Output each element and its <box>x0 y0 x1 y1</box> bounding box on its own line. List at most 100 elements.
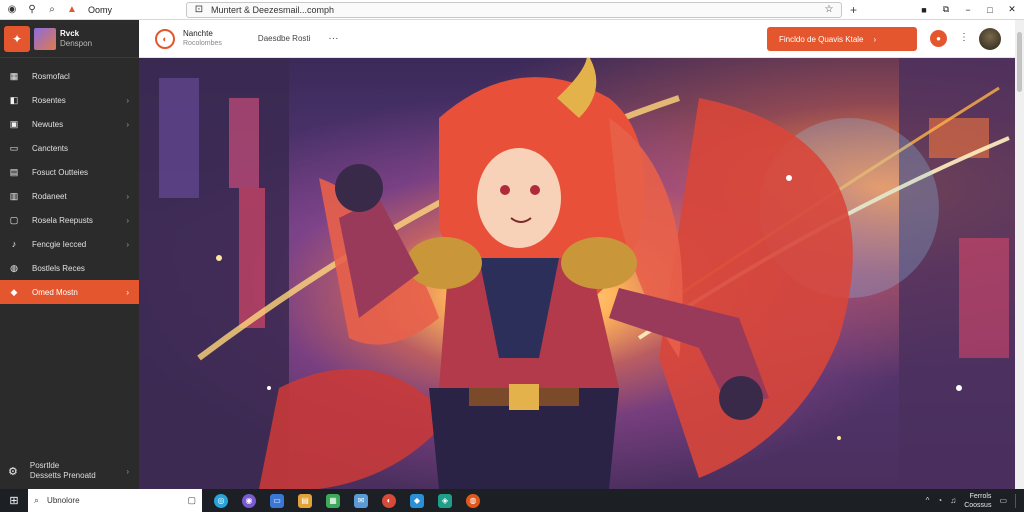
breadcrumb[interactable]: Daesdbe Rosti <box>258 34 310 43</box>
sidebar-item-3[interactable]: ▣ Newutes › <box>0 112 139 136</box>
browser-toolbar: ◉ ⚲ ⌕ ▲ Oomy ⊡ Muntert & Deezesmail...co… <box>0 0 1024 20</box>
app-5-icon[interactable]: ▦ <box>326 493 340 508</box>
brand-title: Rvck <box>60 28 80 38</box>
profile-info[interactable]: Nanchte Rocolombes <box>183 29 222 49</box>
network-icon[interactable]: ◔ <box>937 496 942 505</box>
sidebar-nav: ▦ Rosmofacl ◧ Rosentes › ▣ Newutes › ▭ Cancten… <box>0 58 139 304</box>
sidebar-item-label: Bostlels Reces <box>32 263 85 273</box>
app-header: ◐ Nanchte Rocolombes Daesdbe Rosti ··· F… <box>139 20 1015 58</box>
scrollbar-thumb[interactable] <box>1017 32 1022 92</box>
doc-icon: ▤ <box>9 166 19 177</box>
chevron-right-icon: › <box>126 95 129 105</box>
settings-icon: ⚙ <box>8 465 18 478</box>
url-text[interactable]: Muntert & Deezesmail...comph <box>211 5 817 15</box>
sidebar-brand[interactable]: ✦ Rvck Denspon <box>0 20 139 58</box>
app-10-icon[interactable]: ◍ <box>466 493 480 508</box>
app-6-icon[interactable]: ✉ <box>354 493 368 508</box>
user-avatar[interactable] <box>979 28 1001 50</box>
maximize-button[interactable]: □ <box>984 5 996 15</box>
screen-icon: ▢ <box>9 214 19 225</box>
tab-favicon-icon: ▲ <box>67 4 77 15</box>
sidebar-footer[interactable]: ⚙ Posrtlde Dessetts Prenoatd › <box>0 453 139 489</box>
sidebar-item-label: Fencgie Iecced <box>32 239 87 249</box>
sidebar-item-2[interactable]: ◧ Rosentes › <box>0 88 139 112</box>
close-button[interactable]: ✕ <box>1006 4 1018 15</box>
sidebar-item-label: Canctents <box>32 143 69 153</box>
sidebar-item-label: Rosentes <box>32 95 66 105</box>
browser-logo-icon[interactable]: ◉ <box>6 4 18 16</box>
taskbar-search[interactable]: ⌕ Ubnolore ▢ <box>28 489 202 512</box>
minimize-button[interactable]: − <box>962 5 974 15</box>
chevron-right-icon: › <box>873 34 877 44</box>
brand-texts: Rvck Denspon <box>60 29 92 49</box>
clock-date: Coossus <box>964 501 992 509</box>
chevron-right-icon: › <box>126 119 129 129</box>
sidebar: ✦ Rvck Denspon ▦ Rosmofacl ◧ Rosentes › ▣ Ne… <box>0 20 139 489</box>
taskbar-apps: ◎ ◉ ▭ ▤ ▦ ✉ ◐ ◆ ◈ ◍ <box>214 493 480 508</box>
layers-icon: ◧ <box>9 94 19 105</box>
chevron-right-icon: › <box>126 239 129 249</box>
notification-button[interactable]: ● <box>930 30 947 47</box>
sidebar-item-6[interactable]: ▥ Rodaneet › <box>0 184 139 208</box>
sidebar-item-7[interactable]: ▢ Rosela Reepusts › <box>0 208 139 232</box>
image-icon: ▣ <box>9 118 19 129</box>
app-7-icon[interactable]: ◐ <box>382 493 396 508</box>
chevron-right-icon: › <box>126 191 129 201</box>
address-bar[interactable]: ⊡ Muntert & Deezesmail...comph ☆ <box>186 1 842 18</box>
footer-texts: Posrtlde Dessetts Prenoatd <box>30 461 96 481</box>
camera-icon: ◍ <box>10 262 18 273</box>
app-8-icon[interactable]: ◆ <box>410 493 424 508</box>
sidebar-item-8[interactable]: ♪ Fencgie Iecced › <box>0 232 139 256</box>
tab-title[interactable]: Oomy <box>88 5 112 15</box>
search-icon[interactable]: ⌕ <box>46 4 58 16</box>
brand-logo-icon: ✦ <box>4 25 30 52</box>
sidebar-item-10[interactable]: ◆ Omed Mostn › <box>0 280 139 304</box>
tray-overflow-icon[interactable]: ^ <box>926 496 930 505</box>
hero-artwork <box>139 58 1015 489</box>
more-options-button[interactable]: ··· <box>328 33 338 44</box>
scrollbar[interactable] <box>1015 20 1024 489</box>
chevron-right-icon: › <box>126 287 129 297</box>
extension-icon[interactable]: ■ <box>918 5 930 15</box>
sidebar-item-1[interactable]: ▦ Rosmofacl <box>0 64 139 88</box>
primary-action-button[interactable]: Fincldo de Quavis Ktale › <box>767 27 917 51</box>
book-icon: ▥ <box>9 190 19 201</box>
app-4-icon[interactable]: ▤ <box>298 493 312 508</box>
app-1-icon[interactable]: ◎ <box>214 493 228 508</box>
sidebar-item-label: Newutes <box>32 119 64 129</box>
sidebar-item-5[interactable]: ▤ Fosuct Outteies <box>0 160 139 184</box>
lock-icon: ⊡ <box>194 4 204 15</box>
clock[interactable]: Ferrols Coossus <box>964 492 991 510</box>
footer-title: Posrtlde <box>29 461 60 470</box>
profile-subtitle: Rocolombes <box>183 39 222 47</box>
start-button[interactable]: ⊞ <box>0 489 28 512</box>
sidebar-item-label: Rosmofacl <box>32 71 70 81</box>
sidebar-item-4[interactable]: ▭ Canctents <box>0 136 139 160</box>
show-desktop-button[interactable] <box>1015 493 1018 508</box>
sidebar-item-label: Rodaneet <box>32 191 67 201</box>
pin-icon[interactable]: ⚲ <box>26 4 38 16</box>
folder-icon: ▭ <box>9 142 19 153</box>
chevron-right-icon: › <box>126 215 129 225</box>
volume-icon[interactable]: ♫ <box>950 496 956 505</box>
fire-icon: ◆ <box>10 286 18 297</box>
browser-lead: ◉ ⚲ ⌕ ▲ Oomy <box>0 4 186 16</box>
notifications-icon[interactable]: ▭ <box>999 496 1007 505</box>
clock-time: Ferrols <box>969 492 992 500</box>
new-tab-button[interactable]: + <box>850 3 857 17</box>
profile-avatar[interactable]: ◐ <box>155 28 175 49</box>
search-icon: ⌕ <box>34 495 40 505</box>
star-icon[interactable]: ☆ <box>823 4 835 16</box>
chevron-right-icon: › <box>126 466 129 476</box>
sidebar-item-9[interactable]: ◍ Bostlels Reces <box>0 256 139 280</box>
kebab-menu-button[interactable]: ⋮ <box>959 32 969 43</box>
app-9-icon[interactable]: ◈ <box>438 493 452 508</box>
sidebar-item-label: Fosuct Outteies <box>32 167 89 177</box>
app-2-icon[interactable]: ◉ <box>242 493 256 508</box>
sidebar-item-label: Rosela Reepusts <box>32 215 93 225</box>
grid-icon: ▦ <box>9 70 19 81</box>
share-icon[interactable]: ⧉ <box>940 4 952 15</box>
app-3-icon[interactable]: ▭ <box>270 493 284 508</box>
task-view-icon[interactable]: ▢ <box>187 495 196 506</box>
brand-thumbnail <box>34 27 56 50</box>
